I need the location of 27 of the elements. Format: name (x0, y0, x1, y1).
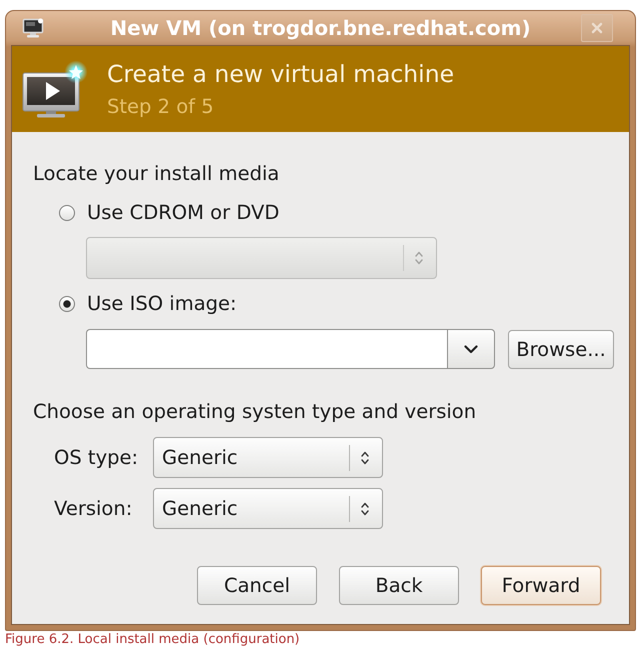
field-label: Version: (54, 496, 134, 520)
radio-label[interactable]: Use ISO image: (87, 292, 237, 316)
close-icon (591, 22, 603, 34)
dropdown-field[interactable]: Generic (153, 437, 383, 478)
radio-label[interactable]: Use CDROM or DVD (87, 201, 280, 225)
radio-button[interactable] (59, 205, 75, 221)
monitor-play-icon (22, 60, 88, 118)
dropdown-field[interactable]: Generic (153, 488, 383, 529)
radio-button[interactable] (59, 296, 75, 312)
dialog-button[interactable]: Back (339, 566, 459, 605)
up-down-arrows-icon (360, 450, 370, 466)
dialog-button[interactable]: Cancel (197, 566, 317, 605)
section-heading: Choose an operating systen type and version (33, 400, 476, 424)
section-heading: Locate your install media (33, 162, 280, 186)
text-field[interactable] (86, 329, 447, 369)
chevron-down-icon (464, 344, 478, 354)
dropdown-button[interactable] (447, 329, 495, 369)
up-down-arrows-icon (360, 500, 370, 516)
header-title: Create a new virtual machine (107, 60, 454, 88)
computer-icon (22, 18, 44, 38)
step-label: Step 2 of 5 (107, 94, 215, 118)
browse-button[interactable]: Browse... (508, 330, 614, 368)
figure-caption: Figure 6.2. Local install media (configuration) (5, 632, 301, 648)
up-down-arrows-icon (414, 250, 424, 266)
field-label: OS type: (54, 446, 140, 470)
window-title: New VM (on trogdor.bne.redhat.com) (110, 15, 531, 41)
dialog-button[interactable]: Forward (481, 566, 601, 605)
